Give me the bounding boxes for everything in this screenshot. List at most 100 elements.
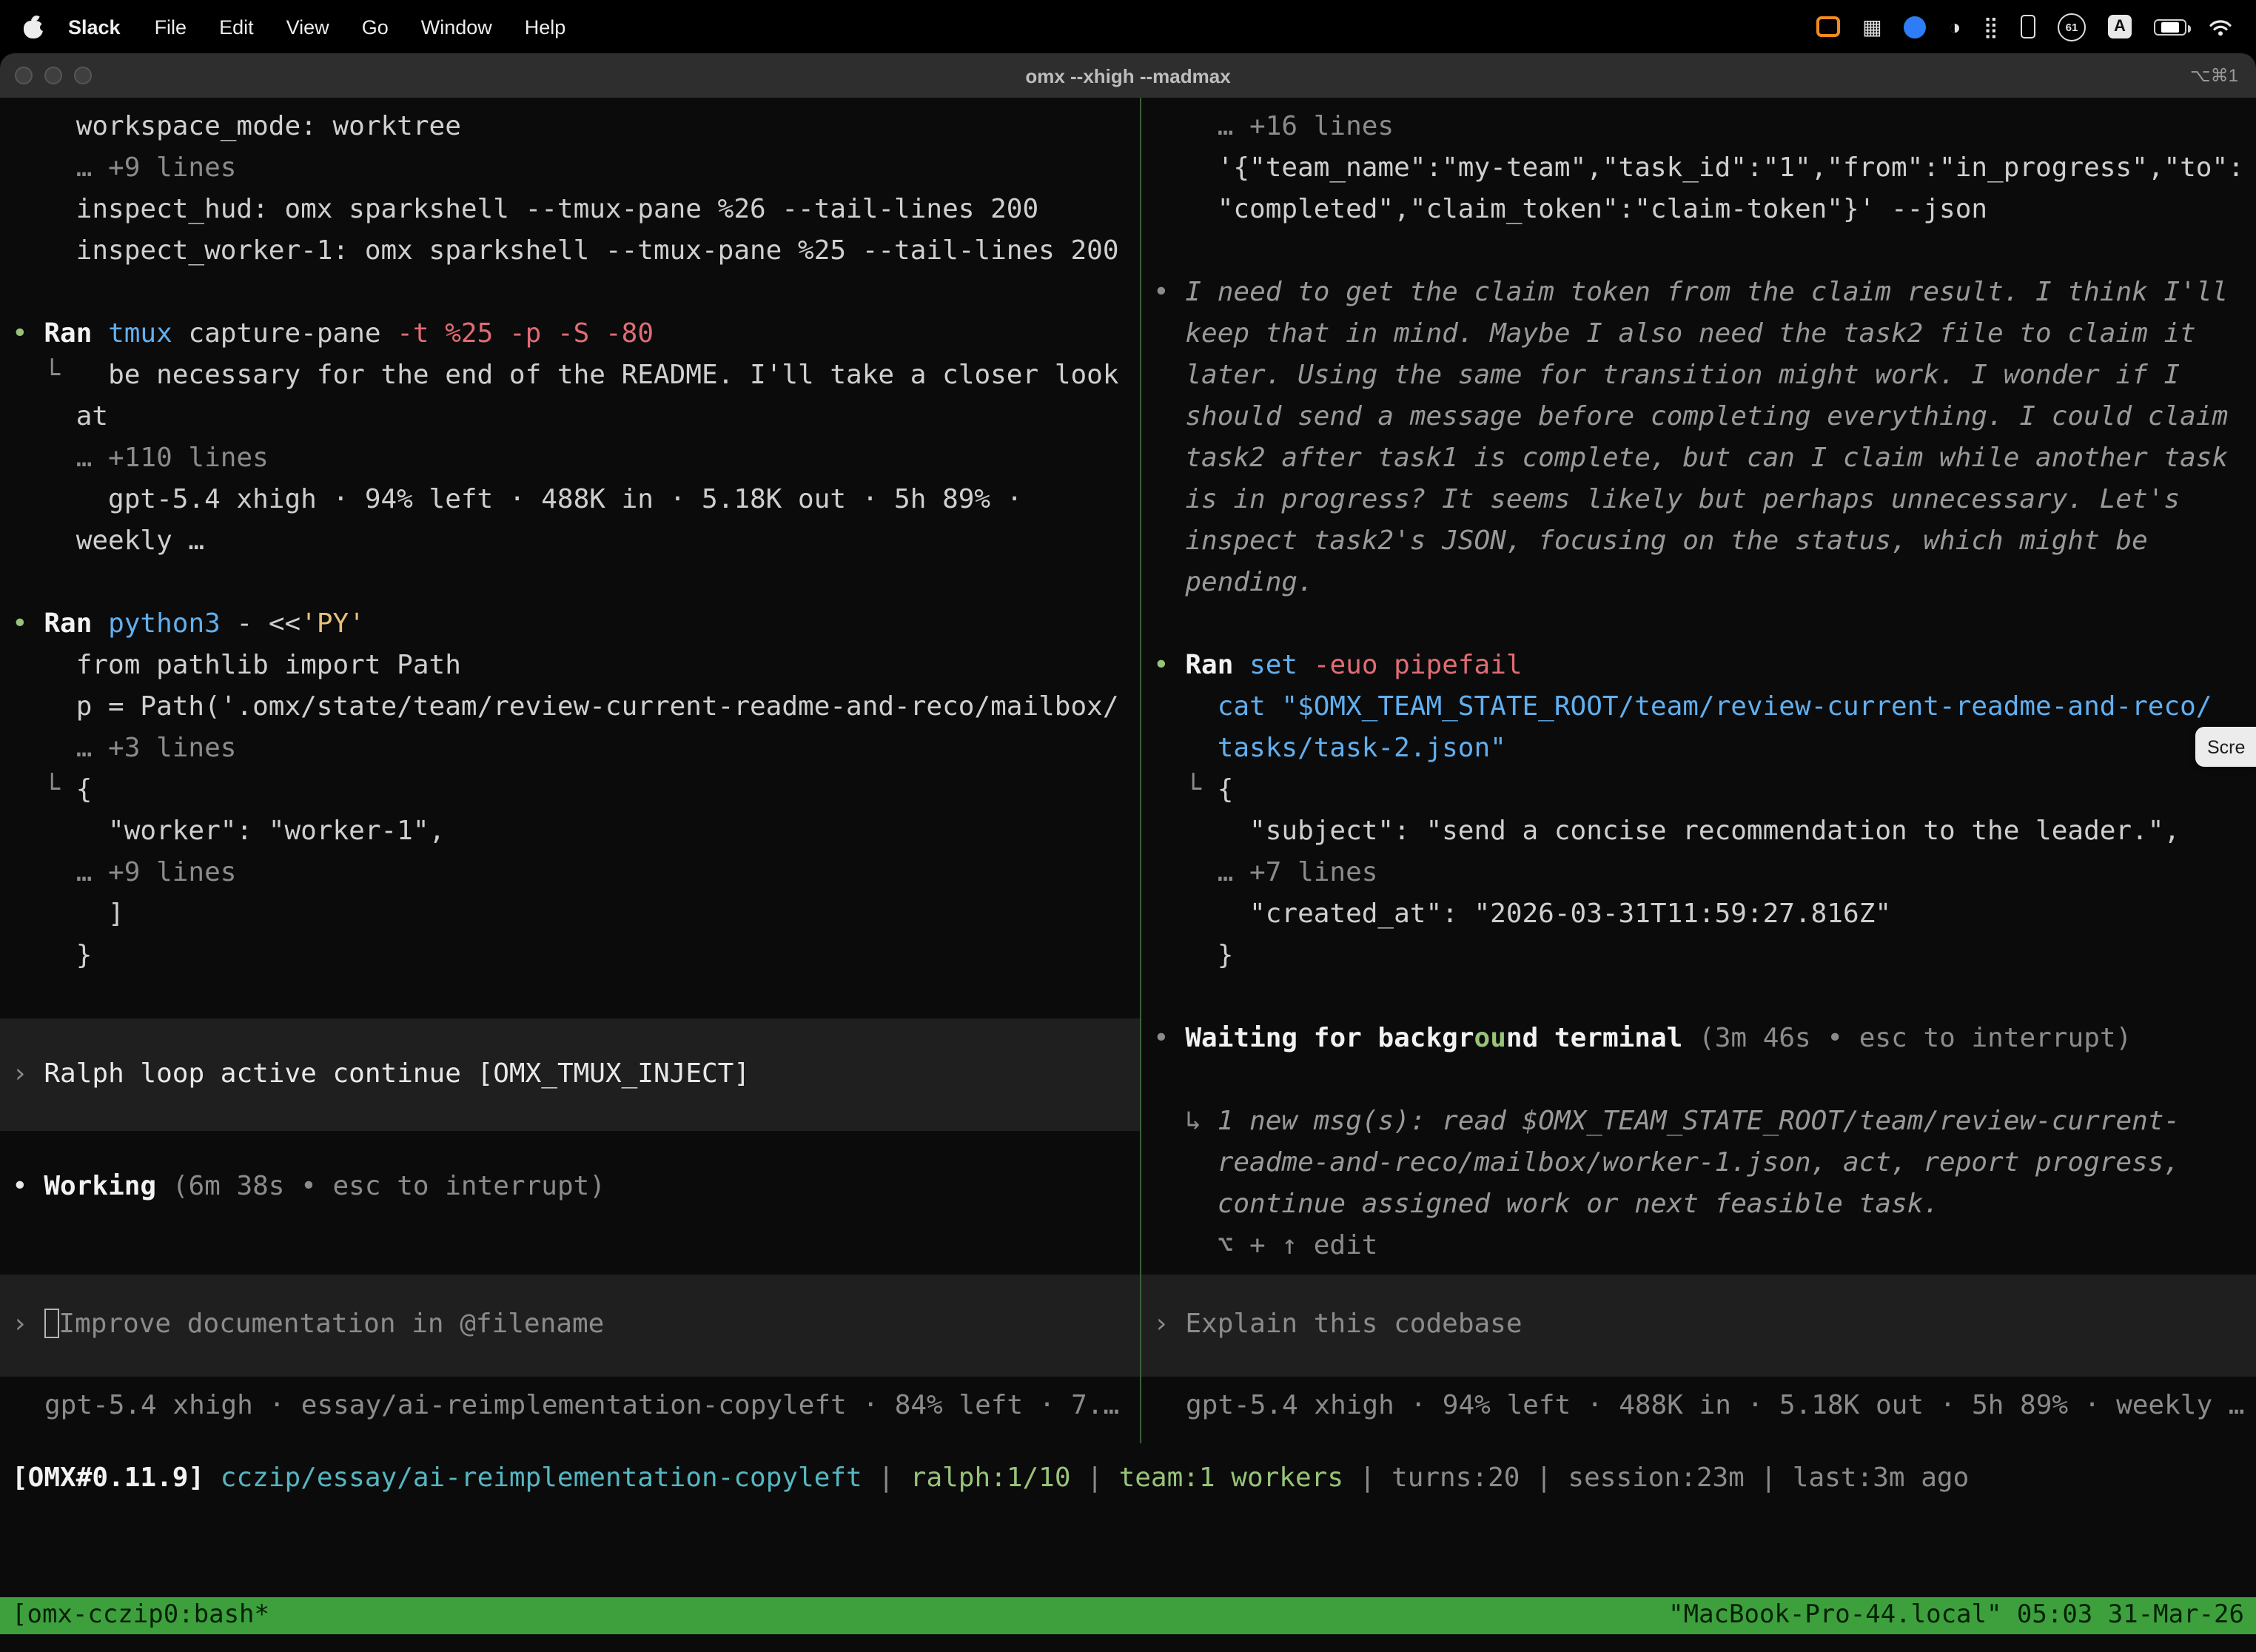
terminal-line: ⌥ + ↑ edit — [1153, 1226, 2256, 1267]
terminal-line: • I need to get the claim token from the… — [1153, 272, 2256, 314]
terminal-line: '{"team_name":"my-team","task_id":"1","f… — [1153, 148, 2256, 189]
status-segment: team:1 workers — [1119, 1463, 1343, 1494]
terminal-line: workspace_mode: worktree — [12, 107, 1140, 148]
dots-grid-icon[interactable]: ⣿ — [1983, 16, 1998, 37]
model-status-line: gpt-5.4 xhigh · 94% left · 488K in · 5.1… — [1153, 1386, 2256, 1427]
terminal-output: workspace_mode: worktree … +9 lines insp… — [12, 107, 1140, 1018]
circle-app-icon[interactable]: ◑ — [1949, 16, 1961, 37]
apple-menu-icon[interactable] — [24, 15, 44, 38]
terminal-line: • Ran set -euo pipefail — [1153, 645, 2256, 687]
menu-item-file[interactable]: File — [138, 16, 204, 38]
terminal-line: ↳ 1 new msg(s): read $OMX_TEAM_STATE_ROO… — [1153, 1101, 2256, 1143]
menu-item-view[interactable]: View — [270, 16, 346, 38]
terminal-line — [12, 272, 1140, 314]
menu-item-edit[interactable]: Edit — [203, 16, 270, 38]
status-segment: | — [1071, 1463, 1119, 1494]
menu-bar: SlackFileEditViewGoWindowHelp ▦ ◑ ⣿ 61 A — [0, 0, 2256, 53]
text-cursor — [44, 1309, 58, 1338]
menu-items: SlackFileEditViewGoWindowHelp — [50, 16, 582, 38]
model-status-line: gpt-5.4 xhigh · essay/ai-reimplementatio… — [12, 1386, 1140, 1427]
terminal-line: tasks/task-2.json" — [1153, 728, 2256, 770]
terminal-line: ] — [12, 894, 1140, 936]
pane-left[interactable]: workspace_mode: worktree … +9 lines insp… — [0, 98, 1140, 1443]
terminal-line: inspect task2's JSON, focusing on the st… — [1153, 521, 2256, 563]
terminal-line: inspect_worker-1: omx sparkshell --tmux-… — [12, 231, 1140, 272]
blue-app-icon[interactable] — [1904, 16, 1927, 38]
terminal-line: "completed","claim_token":"claim-token"}… — [1153, 189, 2256, 231]
window-title-bar: omx --xhigh --madmax ⌥⌘1 — [0, 53, 2256, 98]
terminal-line: from pathlib import Path — [12, 645, 1140, 687]
composer-placeholder: Improve documentation in @filename — [58, 1309, 604, 1340]
terminal-line: pending. — [1153, 563, 2256, 604]
menu-status-icons: ▦ ◑ ⣿ 61 A — [1816, 13, 2241, 41]
screen-recording-indicator-icon[interactable] — [1816, 16, 1840, 37]
screen-overlay-label: Scre — [2207, 736, 2245, 757]
terminal-line: … +7 lines — [1153, 853, 2256, 894]
terminal-line: › Ralph loop active continue [OMX_TMUX_I… — [12, 1054, 1128, 1095]
input-source-icon[interactable]: A — [2108, 15, 2132, 38]
terminal-line: is in progress? It seems likely but perh… — [1153, 480, 2256, 521]
minimize-button[interactable] — [44, 67, 62, 84]
menu-left: SlackFileEditViewGoWindowHelp — [21, 15, 582, 38]
tmux-host-time: "MacBook-Pro-44.local" 05:03 31-Mar-26 — [1668, 1597, 2244, 1634]
terminal-line: at — [12, 397, 1140, 438]
terminal-line: … +16 lines — [1153, 107, 2256, 148]
wifi-icon[interactable] — [2209, 17, 2232, 36]
terminal-line: p = Path('.omx/state/team/review-current… — [12, 687, 1140, 728]
terminal-line: later. Using the same for transition mig… — [1153, 355, 2256, 397]
terminal-line: • Ran python3 - <<'PY' — [12, 604, 1140, 645]
terminal-line: └ { — [12, 770, 1140, 811]
screen-overlay-button[interactable]: Scre — [2195, 727, 2256, 767]
terminal-line: … +9 lines — [12, 148, 1140, 189]
working-indicator: • Working (6m 38s • esc to interrupt) — [12, 1166, 1140, 1208]
terminal-line — [12, 977, 1140, 1018]
tmux-status-bar: [omx-cczip0:bash* "MacBook-Pro-44.local"… — [0, 1597, 2256, 1634]
traffic-lights — [0, 67, 92, 84]
window-title: omx --xhigh --madmax — [0, 64, 2256, 87]
terminal-line: task2 after task1 is complete, but can I… — [1153, 438, 2256, 480]
menu-item-slack[interactable]: Slack — [50, 16, 138, 38]
zoom-button[interactable] — [74, 67, 92, 84]
terminal-line: cat "$OMX_TEAM_STATE_ROOT/team/review-cu… — [1153, 687, 2256, 728]
menu-item-help[interactable]: Help — [508, 16, 583, 38]
terminal-line: "worker": "worker-1", — [12, 811, 1140, 853]
terminal-line: inspect_hud: omx sparkshell --tmux-pane … — [12, 189, 1140, 231]
battery-percent-icon[interactable]: 61 — [2058, 13, 2086, 41]
prompt-chevron: › — [12, 1309, 44, 1340]
tmux-panes: workspace_mode: worktree … +9 lines insp… — [0, 98, 2256, 1443]
composer-input[interactable]: › Explain this codebase — [1141, 1275, 2256, 1377]
terminal-line: } — [12, 936, 1140, 977]
terminal-line: └ { — [1153, 770, 2256, 811]
terminal-line — [12, 563, 1140, 604]
terminal-line: } — [1153, 936, 2256, 977]
composer-placeholder: Explain this codebase — [1185, 1309, 1522, 1340]
status-segment: | turns:20 | session:23m | last:3m ago — [1343, 1463, 1969, 1494]
menu-item-go[interactable]: Go — [346, 16, 405, 38]
prompt-chevron: › — [1153, 1309, 1185, 1340]
terminal-line: continue assigned work or next feasible … — [1153, 1184, 2256, 1226]
pane-right[interactable]: … +16 lines '{"team_name":"my-team","tas… — [1141, 98, 2256, 1443]
device-icon[interactable] — [2021, 15, 2035, 38]
terminal-line — [1153, 977, 2256, 1018]
close-button[interactable] — [15, 67, 33, 84]
terminal-line: … +3 lines — [12, 728, 1140, 770]
terminal-line: … +110 lines — [12, 438, 1140, 480]
terminal-line: keep that in mind. Maybe I also need the… — [1153, 314, 2256, 355]
terminal-line: └ be necessary for the end of the README… — [12, 355, 1140, 397]
battery-icon[interactable] — [2154, 19, 2186, 35]
grid-icon[interactable]: ▦ — [1862, 16, 1881, 37]
terminal-line — [1153, 604, 2256, 645]
terminal-line: • Waiting for background terminal (3m 46… — [1153, 1018, 2256, 1060]
terminal: workspace_mode: worktree … +9 lines insp… — [0, 98, 2256, 1652]
composer-input[interactable]: › Improve documentation in @filename — [0, 1275, 1140, 1377]
terminal-line: • Working (6m 38s • esc to interrupt) — [12, 1166, 1140, 1208]
menu-item-window[interactable]: Window — [405, 16, 508, 38]
terminal-line: should send a message before completing … — [1153, 397, 2256, 438]
status-segment: [OMX#0.11.9] — [12, 1463, 221, 1494]
terminal-line: "created_at": "2026-03-31T11:59:27.816Z" — [1153, 894, 2256, 936]
tmux-session-window: [omx-cczip0:bash* — [12, 1597, 269, 1634]
status-segment: ralph:1/10 — [910, 1463, 1071, 1494]
omx-status-line: [OMX#0.11.9] cczip/essay/ai-reimplementa… — [0, 1458, 2256, 1500]
terminal-line: weekly … — [12, 521, 1140, 563]
terminal-line: "subject": "send a concise recommendatio… — [1153, 811, 2256, 853]
